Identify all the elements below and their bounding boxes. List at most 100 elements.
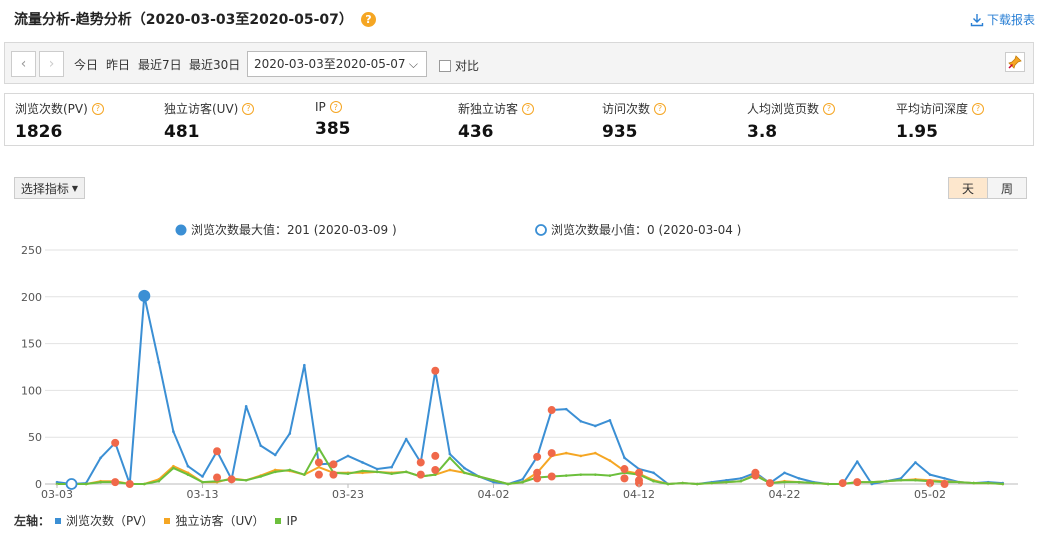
chart-legend: 左轴： 浏览次数（PV） 独立访客（UV） IP [14, 512, 297, 529]
data-point [390, 472, 393, 476]
legend-swatch-ip [275, 517, 282, 524]
x-tick-label: 03-13 [187, 488, 219, 501]
highlight-marker [838, 479, 847, 488]
data-point [855, 460, 859, 463]
highlight-marker [213, 473, 222, 482]
highlight-marker [416, 470, 425, 479]
data-point [972, 481, 975, 485]
x-tick-label: 05-02 [914, 488, 946, 501]
data-point [579, 454, 583, 458]
data-point [404, 470, 408, 474]
min-annotation-marker [535, 224, 547, 236]
axis-prefix: 左轴： [14, 514, 51, 528]
data-point [448, 456, 452, 460]
data-point [84, 482, 88, 486]
data-point [288, 468, 292, 472]
y-tick-label: 200 [21, 291, 42, 304]
data-point [957, 480, 961, 484]
highlight-marker [329, 460, 338, 469]
highlight-marker [431, 451, 440, 460]
highlight-marker [765, 479, 774, 488]
data-point [739, 477, 743, 480]
data-point [652, 471, 655, 475]
data-point [521, 478, 524, 481]
data-point [477, 475, 481, 478]
data-point [928, 473, 932, 476]
x-tick-label: 04-22 [769, 488, 801, 501]
legend-ip[interactable]: IP [286, 514, 297, 528]
data-point [273, 470, 277, 474]
data-point [594, 424, 597, 428]
data-point [564, 474, 568, 477]
x-tick-label: 03-03 [41, 488, 73, 501]
y-tick-label: 150 [21, 338, 42, 351]
data-point [186, 473, 190, 476]
data-point [1001, 482, 1005, 486]
highlight-marker [547, 406, 556, 415]
data-point [943, 477, 946, 480]
data-point [579, 419, 583, 423]
data-point [172, 466, 175, 470]
data-point [681, 481, 684, 485]
data-point [608, 474, 612, 477]
data-point [244, 405, 248, 408]
data-point [157, 361, 161, 364]
data-point [375, 470, 379, 474]
data-point [201, 475, 204, 478]
highlight-marker [314, 470, 323, 479]
data-point [914, 461, 917, 464]
data-point [783, 480, 786, 484]
legend-uv[interactable]: 独立访客（UV） [175, 512, 264, 529]
legend-pv[interactable]: 浏览次数（PV） [66, 512, 153, 529]
data-point [404, 437, 408, 441]
highlight-marker [853, 478, 862, 487]
highlight-marker [227, 475, 236, 484]
data-point [986, 481, 990, 485]
data-point [346, 472, 350, 476]
trend-chart: 050100150200250 浏览次数最大值：201 (2020-03-09 … [21, 222, 1018, 501]
data-point [172, 430, 175, 433]
data-point [390, 465, 393, 469]
data-point [564, 407, 568, 411]
highlight-marker [213, 447, 222, 456]
data-point [594, 451, 597, 455]
highlight-marker [431, 465, 440, 474]
highlight-marker [635, 468, 643, 477]
data-point [99, 456, 102, 460]
data-point [783, 471, 786, 475]
highlight-marker [940, 480, 949, 488]
highlight-marker [314, 458, 323, 467]
data-point [826, 482, 830, 486]
data-point [725, 480, 728, 484]
data-point [288, 432, 292, 435]
data-point [346, 454, 350, 458]
highlight-marker [751, 471, 760, 480]
data-point [361, 469, 364, 473]
highlight-marker [620, 465, 629, 474]
highlight-marker [416, 458, 425, 467]
y-tick-label: 50 [28, 431, 42, 444]
highlight-marker [533, 452, 542, 461]
highlight-marker [547, 449, 556, 458]
legend-swatch-pv [55, 517, 62, 524]
data-point [186, 464, 190, 468]
x-tick-label: 03-23 [332, 488, 364, 501]
data-point [812, 481, 815, 485]
data-point [579, 473, 583, 476]
data-point [303, 473, 306, 476]
data-point [492, 478, 495, 482]
data-point [695, 482, 699, 486]
data-point [361, 461, 364, 464]
data-point [317, 447, 321, 450]
data-point [506, 482, 510, 486]
y-tick-label: 100 [21, 384, 42, 397]
highlight-marker [547, 472, 556, 481]
data-point [259, 444, 263, 447]
highlight-marker [111, 438, 120, 447]
data-point [303, 363, 306, 367]
min-annotation-text: 浏览次数最小值：0 (2020-03-04 ) [551, 222, 741, 237]
data-point [652, 479, 655, 483]
legend-swatch-uv [164, 517, 171, 524]
data-point [201, 480, 204, 484]
data-point [666, 482, 670, 486]
